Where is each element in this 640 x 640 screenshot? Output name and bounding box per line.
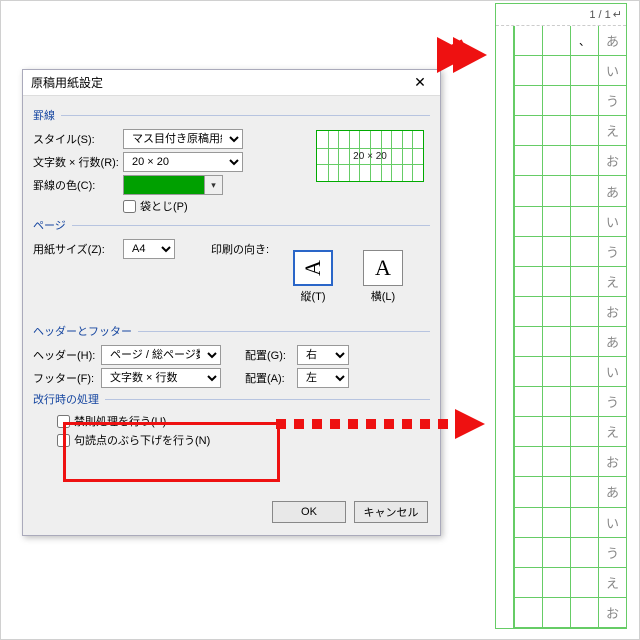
envelope-label: 袋とじ(P) — [140, 198, 188, 214]
cell-char: あ — [599, 327, 626, 357]
cell-char: い — [599, 357, 626, 387]
cell-char: あ — [599, 477, 626, 507]
arrow-right-head — [455, 409, 485, 439]
group-linebreak: 改行時の処理 — [33, 391, 105, 407]
cell-char: う — [599, 86, 626, 116]
orientation-vertical-label: 縦(T) — [300, 291, 325, 303]
manuscript-preview-sheet: 1 / 1 ↵ 、 あいうえお — [495, 3, 627, 629]
align-g-select[interactable]: 右 — [297, 345, 349, 365]
cell-char: う — [599, 387, 626, 417]
cell-char: え — [599, 267, 626, 297]
cell-char: お — [599, 146, 626, 176]
cell-char: う — [599, 538, 626, 568]
close-button[interactable]: ✕ — [400, 70, 440, 96]
orientation-horizontal[interactable]: A 横(L) — [355, 250, 411, 304]
paragraph-mark-icon: ↵ — [613, 8, 622, 21]
envelope-checkbox[interactable]: 袋とじ(P) — [123, 198, 188, 214]
titlebar: 原稿用紙設定 ✕ — [23, 70, 440, 96]
orientation-horizontal-label: 横(L) — [371, 291, 395, 303]
highlight-box — [63, 422, 280, 482]
label-color: 罫線の色(C): — [33, 177, 123, 193]
genkou-settings-dialog: 原稿用紙設定 ✕ 罫線 スタイル(S): マス目付き原稿用紙 文字数 × 行数(… — [22, 69, 441, 536]
cell-char: い — [599, 508, 626, 538]
group-page: ページ — [33, 217, 72, 233]
cancel-button[interactable]: キャンセル — [354, 501, 428, 523]
label-style: スタイル(S): — [33, 131, 123, 147]
group-lines: 罫線 — [33, 107, 61, 123]
label-footer: フッター(F): — [33, 370, 101, 386]
label-align-a: 配置(A): — [245, 370, 297, 386]
cell-char: お — [599, 598, 626, 628]
color-picker[interactable]: ▾ — [123, 175, 223, 195]
papersize-select[interactable]: A4 — [123, 239, 175, 259]
group-hf: ヘッダーとフッター — [33, 323, 138, 339]
header-select[interactable]: ページ / 総ページ数 — [101, 345, 221, 365]
envelope-check-input[interactable] — [123, 200, 136, 213]
grid-preview: 20 × 20 — [316, 130, 424, 182]
chevron-down-icon: ▾ — [204, 176, 222, 194]
sheet-column-4 — [514, 26, 542, 628]
arrow-dots — [276, 419, 448, 429]
sheet-column-2: 、 — [570, 26, 598, 628]
sheet-left-margin — [496, 26, 514, 628]
close-icon: ✕ — [414, 74, 426, 91]
orientation-vertical[interactable]: A 縦(T) — [285, 250, 341, 304]
label-align-g: 配置(G): — [245, 347, 297, 363]
label-orientation: 印刷の向き: — [211, 241, 269, 257]
cell-char: い — [599, 207, 626, 237]
page-indicator-text: 1 / 1 — [589, 9, 610, 21]
cell-char: い — [599, 56, 626, 86]
label-header: ヘッダー(H): — [33, 347, 101, 363]
style-select[interactable]: マス目付き原稿用紙 — [123, 129, 243, 149]
cell-char: お — [599, 447, 626, 477]
cell-char: あ — [599, 176, 626, 206]
footer-select[interactable]: 文字数 × 行数 — [101, 368, 221, 388]
cell-char: え — [599, 568, 626, 598]
cell-char: お — [599, 297, 626, 327]
grid-preview-text: 20 × 20 — [317, 131, 423, 181]
letter-a-icon: A — [375, 255, 391, 281]
letter-a-icon: A — [300, 260, 326, 276]
ok-button[interactable]: OK — [272, 501, 346, 523]
arrow-top-head — [453, 37, 487, 73]
page-indicator: 1 / 1 ↵ — [496, 4, 626, 26]
cell-punct: 、 — [571, 26, 598, 56]
align-a-select[interactable]: 左 — [297, 368, 349, 388]
cell-char: え — [599, 417, 626, 447]
cell-char: え — [599, 116, 626, 146]
gridsize-select[interactable]: 20 × 20 — [123, 152, 243, 172]
color-swatch — [124, 176, 204, 194]
sheet-column-1: あいうえおあいうえおあいうえおあいうえお — [598, 26, 626, 628]
label-gridsize: 文字数 × 行数(R): — [33, 154, 123, 170]
sheet-column-3 — [542, 26, 570, 628]
dialog-title: 原稿用紙設定 — [31, 74, 103, 91]
cell-char: あ — [599, 26, 626, 56]
cell-char: う — [599, 237, 626, 267]
label-papersize: 用紙サイズ(Z): — [33, 241, 123, 257]
